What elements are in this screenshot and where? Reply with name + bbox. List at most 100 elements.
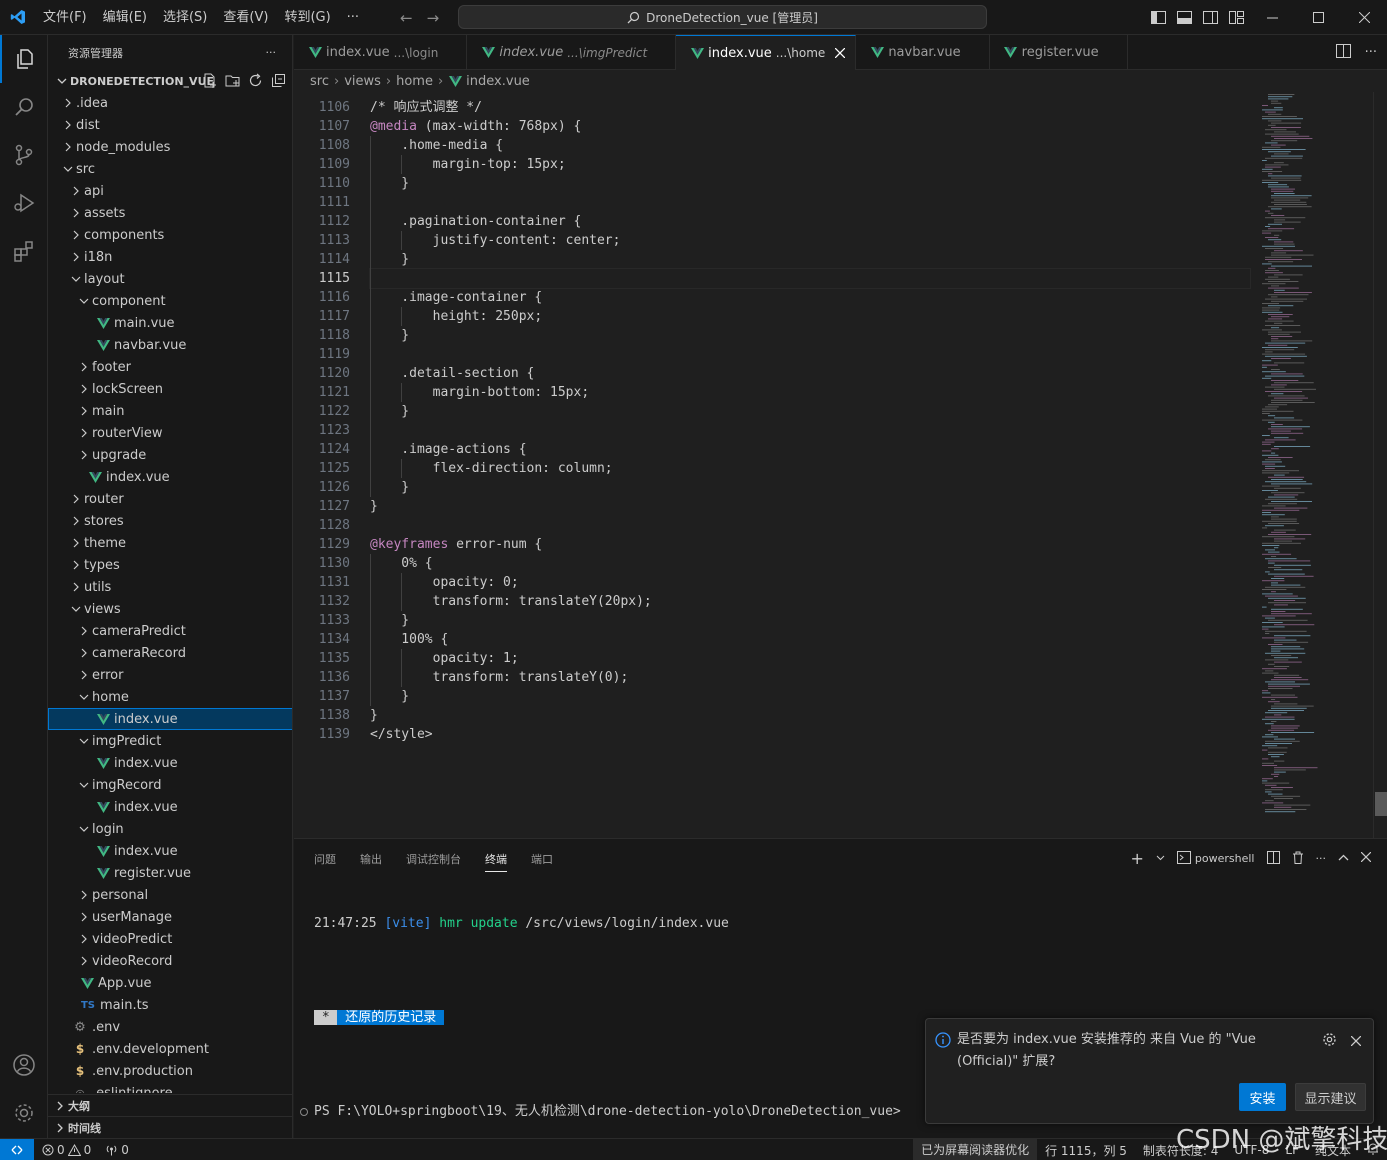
tree-file[interactable]: index.vue [48, 840, 292, 862]
chevron-down-icon[interactable] [1156, 852, 1165, 865]
screen-reader-status[interactable]: 已为屏幕阅读器优化 [913, 1139, 1038, 1160]
breadcrumb-item[interactable]: index.vue [466, 74, 530, 89]
maximize-icon[interactable] [1295, 0, 1341, 35]
minimize-icon[interactable] [1249, 0, 1295, 35]
tree-folder[interactable]: node_modules [48, 136, 292, 158]
tree-file[interactable]: index.vue [48, 796, 292, 818]
editor-tab[interactable]: index.vue ...\login [294, 35, 468, 70]
close-window-icon[interactable] [1341, 0, 1387, 35]
tree-folder[interactable]: dist [48, 114, 292, 136]
panel-tab[interactable]: 调试控制台 [406, 851, 461, 872]
tree-file[interactable]: index.vue [48, 708, 292, 730]
maximize-panel-icon[interactable] [1338, 852, 1349, 865]
tree-folder[interactable]: userManage [48, 906, 292, 928]
menu-item[interactable]: 文件(F) [35, 0, 95, 35]
tree-file[interactable]: register.vue [48, 862, 292, 884]
tree-folder[interactable]: types [48, 554, 292, 576]
explorer-icon[interactable] [0, 35, 48, 83]
project-header[interactable]: DRONEDETECTION_VUE [48, 70, 292, 92]
refresh-icon[interactable] [248, 73, 263, 91]
tree-folder[interactable]: upgrade [48, 444, 292, 466]
terminal-output[interactable]: 21:47:25 [vite] hmr update /src/views/lo… [300, 883, 901, 1153]
notification-close-icon[interactable] [1350, 1035, 1362, 1050]
tree-folder[interactable]: login [48, 818, 292, 840]
split-editor-icon[interactable] [1335, 43, 1351, 62]
tree-folder[interactable]: imgRecord [48, 774, 292, 796]
settings-gear-icon[interactable] [0, 1089, 48, 1137]
tree-folder[interactable]: stores [48, 510, 292, 532]
search-view-icon[interactable] [0, 83, 48, 131]
minimap[interactable] [1254, 92, 1374, 838]
source-control-icon[interactable] [0, 131, 48, 179]
new-folder-icon[interactable] [225, 73, 240, 91]
tree-folder[interactable]: personal [48, 884, 292, 906]
back-arrow-icon[interactable]: ← [400, 9, 413, 27]
command-center[interactable]: DroneDetection_vue [管理员] [458, 5, 987, 29]
trash-icon[interactable] [1292, 851, 1304, 867]
problems-status[interactable]: 0 0 [42, 1143, 91, 1157]
code-editor[interactable]: 1106 1107 1108 1109 1110 1111 1112 1113 1114 1115… [294, 92, 1387, 838]
tree-folder[interactable]: views [48, 598, 292, 620]
tree-file[interactable]: main.vue [48, 312, 292, 334]
menu-item[interactable]: ··· [339, 0, 367, 35]
menu-item[interactable]: 选择(S) [155, 0, 215, 35]
toggle-sidebar-icon[interactable] [1145, 0, 1171, 35]
tree-file[interactable]: App.vue [48, 972, 292, 994]
tree-folder[interactable]: imgPredict [48, 730, 292, 752]
menu-item[interactable]: 转到(G) [276, 0, 338, 35]
customize-layout-icon[interactable] [1223, 0, 1249, 35]
ports-status[interactable]: 0 [105, 1143, 129, 1157]
toggle-secondary-sidebar-icon[interactable] [1197, 0, 1223, 35]
explorer-more-button[interactable]: ··· [266, 46, 277, 59]
breadcrumb-item[interactable]: views [344, 74, 381, 89]
tree-file[interactable]: $ .env.development [48, 1038, 292, 1060]
notification-gear-icon[interactable] [1322, 1032, 1337, 1051]
tree-folder[interactable]: lockScreen [48, 378, 292, 400]
accounts-icon[interactable] [0, 1041, 48, 1089]
tree-folder[interactable]: assets [48, 202, 292, 224]
close-panel-icon[interactable] [1360, 851, 1372, 865]
panel-tab[interactable]: 问题 [314, 851, 336, 872]
forward-arrow-icon[interactable]: → [427, 9, 440, 27]
editor-tab[interactable]: register.vue [990, 35, 1128, 70]
editor-more-icon[interactable]: ··· [1365, 45, 1377, 60]
tree-folder[interactable]: main [48, 400, 292, 422]
run-debug-icon[interactable] [0, 179, 48, 227]
remote-indicator-icon[interactable] [0, 1138, 34, 1160]
install-button[interactable]: 安装 [1239, 1083, 1286, 1111]
scrollbar-thumb[interactable] [1375, 792, 1387, 816]
new-terminal-icon[interactable]: + [1131, 849, 1144, 868]
tree-folder[interactable]: .idea [48, 92, 292, 114]
panel-tab[interactable]: 端口 [531, 851, 553, 872]
tree-file[interactable]: ◎ .eslintignore [48, 1082, 292, 1094]
tree-folder[interactable]: i18n [48, 246, 292, 268]
tree-folder[interactable]: footer [48, 356, 292, 378]
tree-file[interactable]: index.vue [48, 466, 292, 488]
editor-scrollbar[interactable] [1373, 92, 1387, 838]
split-terminal-icon[interactable] [1266, 850, 1280, 867]
timeline-section[interactable]: 时间线 [48, 1116, 292, 1138]
tree-file[interactable]: navbar.vue [48, 334, 292, 356]
editor-tab[interactable]: index.vue ...\home [676, 35, 857, 70]
tree-folder[interactable]: api [48, 180, 292, 202]
tree-folder[interactable]: component [48, 290, 292, 312]
menu-item[interactable]: 查看(V) [215, 0, 276, 35]
tree-folder[interactable]: layout [48, 268, 292, 290]
tree-file[interactable]: ⚙ .env [48, 1016, 292, 1038]
tree-folder[interactable]: router [48, 488, 292, 510]
tree-folder[interactable]: theme [48, 532, 292, 554]
editor-tab[interactable]: index.vue ...\imgPredict [467, 35, 677, 70]
tree-folder[interactable]: videoPredict [48, 928, 292, 950]
tree-folder[interactable]: routerView [48, 422, 292, 444]
panel-tab[interactable]: 终端 [485, 851, 507, 872]
tree-file[interactable]: $ .env.production [48, 1060, 292, 1082]
cursor-position[interactable]: 行 1115，列 5 [1037, 1142, 1135, 1159]
tree-file[interactable]: index.vue [48, 752, 292, 774]
new-file-icon[interactable] [202, 73, 217, 91]
editor-tab[interactable]: navbar.vue [856, 35, 990, 70]
toggle-panel-icon[interactable] [1171, 0, 1197, 35]
extensions-icon[interactable] [0, 227, 48, 275]
tree-folder[interactable]: src [48, 158, 292, 180]
breadcrumb-item[interactable]: home [396, 74, 433, 89]
panel-more-icon[interactable]: ··· [1316, 852, 1327, 865]
